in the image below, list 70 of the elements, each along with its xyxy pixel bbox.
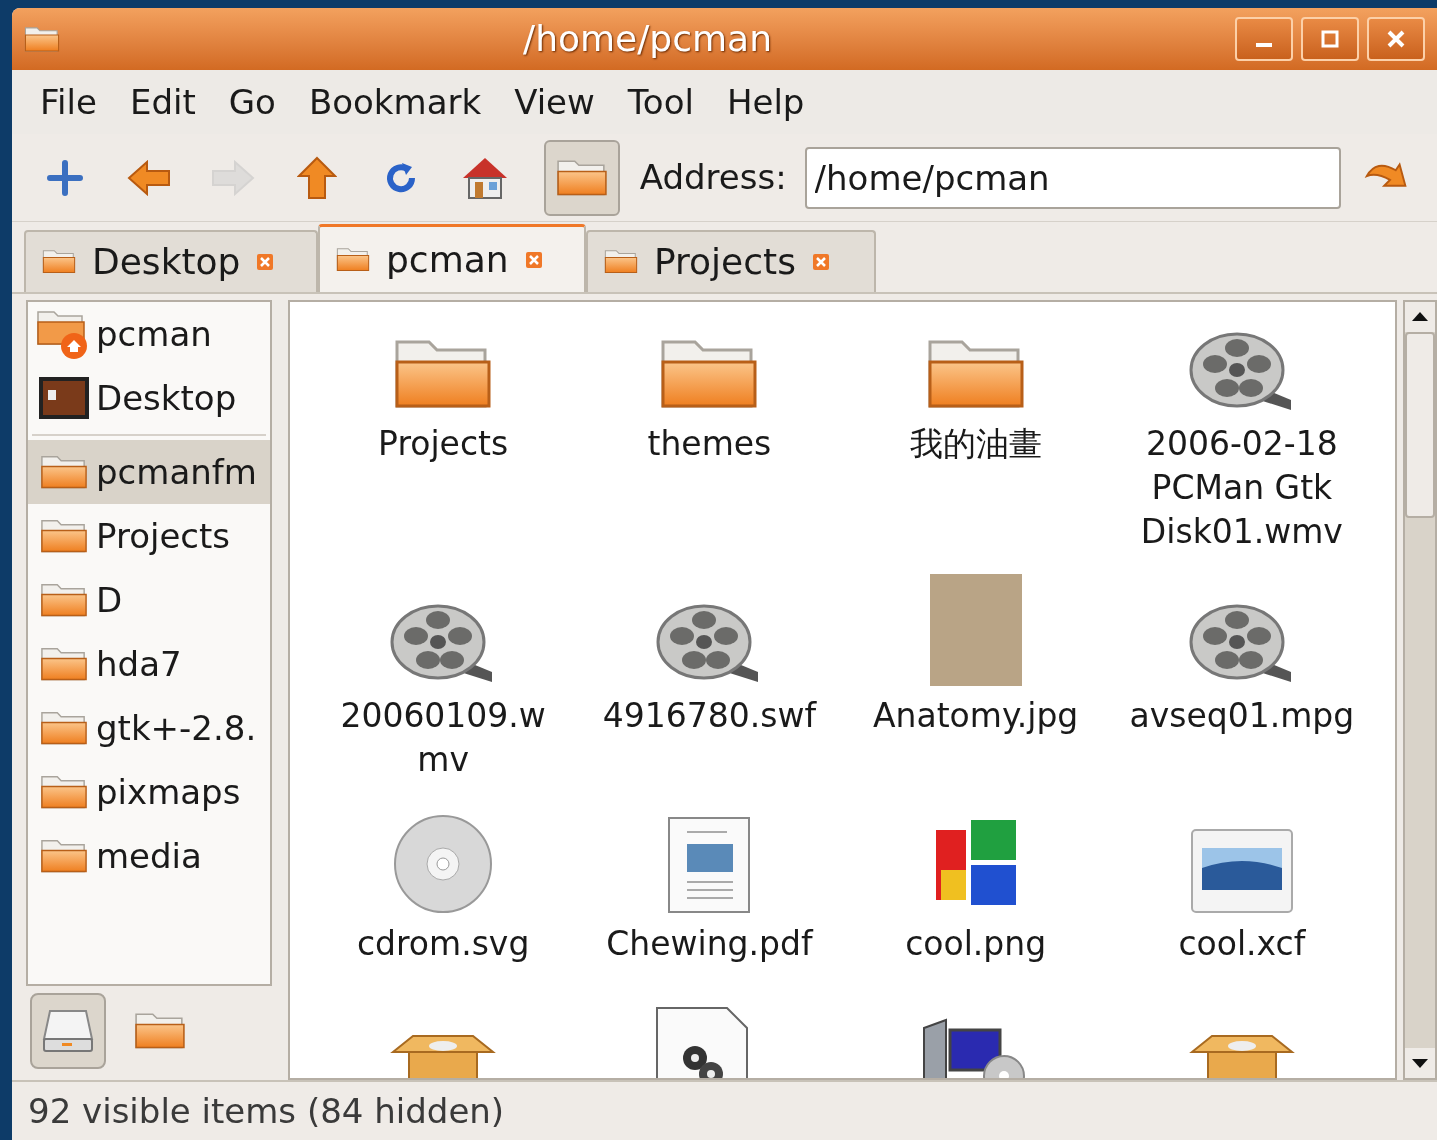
document-icon <box>667 816 752 914</box>
sidebar-item[interactable]: hda7 <box>28 632 270 696</box>
sidebar-item[interactable]: pixmaps <box>28 760 270 824</box>
picture-icon <box>1189 828 1294 914</box>
menu-item[interactable]: Tool <box>627 76 694 128</box>
close-icon[interactable] <box>811 253 830 271</box>
sidebar-item[interactable]: media <box>28 824 270 888</box>
close-button[interactable] <box>1367 17 1425 61</box>
maximize-button[interactable] <box>1301 17 1359 61</box>
sidebar-item[interactable]: Projects <box>28 504 270 568</box>
folder-icon <box>24 24 60 54</box>
disc-icon <box>393 814 494 914</box>
folder-icon <box>336 245 370 274</box>
file-name[interactable]: 我的油畫 <box>857 422 1094 466</box>
scroll-thumb[interactable] <box>1405 332 1435 518</box>
close-icon[interactable] <box>524 250 543 269</box>
devices-view-button[interactable] <box>30 993 106 1069</box>
menu-item[interactable]: Edit <box>129 76 196 128</box>
sidebar-item-label: gtk+-2.8. <box>96 706 257 750</box>
plus-icon <box>47 159 84 196</box>
tab[interactable]: Projects <box>586 230 876 292</box>
minimize-button[interactable] <box>1235 17 1293 61</box>
menu-item[interactable]: View <box>514 76 595 128</box>
tab[interactable]: Desktop <box>24 230 318 292</box>
file-name[interactable]: Chewing.pdf <box>591 922 828 966</box>
address-label: Address: <box>639 156 787 199</box>
back-arrow-icon <box>127 159 172 196</box>
sidebar-item-label: Desktop <box>96 376 237 420</box>
sidebar-item-label: pcman <box>96 312 212 356</box>
file-name[interactable]: 20060109.wmv <box>325 694 562 782</box>
sidebar-item-label: hda7 <box>96 642 182 686</box>
scrollbar[interactable] <box>1403 300 1437 1080</box>
folder-icon <box>42 248 76 276</box>
sidebar-toggle-button[interactable] <box>544 139 620 216</box>
sidebar-item[interactable]: pcmanfm <box>28 440 270 504</box>
forward-arrow-icon <box>211 159 256 196</box>
close-icon[interactable] <box>256 253 275 271</box>
folder-icon <box>604 248 638 276</box>
up-arrow-icon <box>297 155 338 200</box>
file-name[interactable]: themes <box>591 422 828 466</box>
menu-item[interactable]: Bookmark <box>308 76 482 128</box>
file-name[interactable]: cool.xcf <box>1123 922 1360 966</box>
minimize-icon <box>1256 43 1272 47</box>
sidebar-item-label: Projects <box>96 514 231 558</box>
menu-item[interactable]: File <box>40 76 97 128</box>
file-name[interactable]: cdrom.svg <box>325 922 562 966</box>
sidebar-item-label: pixmaps <box>96 770 241 814</box>
window-title: /home/pcman <box>523 17 772 61</box>
sidebar-item[interactable]: D <box>28 568 270 632</box>
desktop-icon <box>38 376 90 420</box>
file-name[interactable]: 4916780.swf <box>591 694 828 738</box>
sidebar-item[interactable]: gtk+-2.8. <box>28 696 270 760</box>
maximize-icon <box>1320 29 1340 49</box>
menu-item[interactable]: Help <box>726 76 805 128</box>
status-text: 92 visible items (84 hidden) <box>28 1089 505 1133</box>
file-name[interactable]: 2006-02-18 PCMan Gtk Disk01.wmv <box>1123 422 1360 554</box>
close-icon <box>1386 29 1406 49</box>
menu-item[interactable]: Go <box>228 76 276 128</box>
sidebar-item-label: media <box>96 834 202 878</box>
sidebar-item-label: D <box>96 578 123 622</box>
file-name[interactable]: cool.png <box>857 922 1094 966</box>
file-name[interactable]: Anatomy.jpg <box>857 694 1094 738</box>
sidebar-item[interactable]: Desktop <box>28 366 270 430</box>
file-name[interactable]: Projects <box>325 422 562 466</box>
address-field[interactable]: /home/pcman <box>804 146 1341 209</box>
sidebar-item[interactable]: pcman <box>28 302 270 366</box>
drive-icon <box>42 1009 94 1053</box>
sidebar-item-label: pcmanfm <box>96 450 257 494</box>
file-name[interactable]: avseq01.mpg <box>1123 694 1360 738</box>
tab[interactable]: pcman <box>318 224 586 292</box>
